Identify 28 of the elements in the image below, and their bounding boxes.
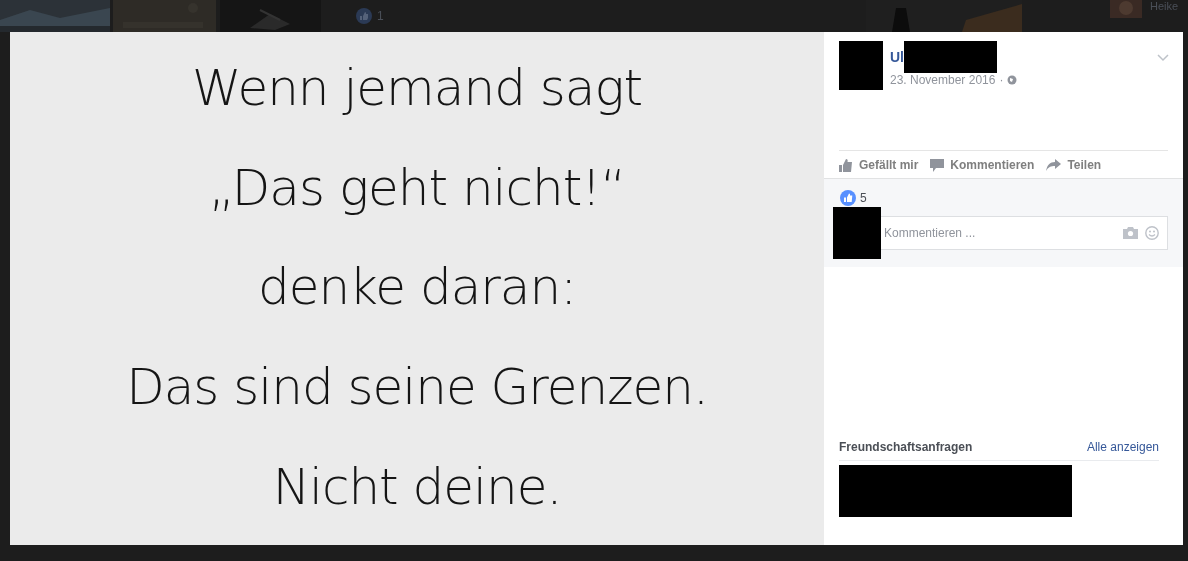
share-button[interactable]: Teilen	[1046, 158, 1102, 172]
share-arrow-icon	[1046, 159, 1062, 171]
separator-dot: ·	[999, 73, 1004, 87]
redaction-block	[839, 41, 883, 90]
like-count[interactable]: 5	[860, 191, 867, 205]
quote-line: Das sind seine Grenzen.	[126, 358, 708, 417]
smiley-icon[interactable]	[1145, 226, 1159, 240]
globe-icon	[1007, 75, 1018, 85]
thumbs-up-icon	[839, 158, 853, 172]
comment-box[interactable]: Kommentieren ...	[881, 216, 1168, 250]
quote-line: Nicht deine.	[272, 458, 562, 517]
like-count: 1	[377, 9, 384, 23]
quote-line: Wenn jemand sagt	[191, 58, 643, 117]
like-icon	[840, 190, 856, 206]
like-icon	[356, 8, 372, 24]
like-button[interactable]: Gefällt mir	[839, 158, 919, 172]
speech-bubble-icon	[930, 158, 945, 172]
see-all-link[interactable]: Alle anzeigen	[1086, 440, 1159, 454]
camera-icon[interactable]	[1123, 227, 1138, 239]
quote-line: denke daran:	[257, 258, 577, 317]
chevron-down-icon[interactable]	[1157, 54, 1169, 62]
comment-button[interactable]: Kommentieren	[930, 158, 1035, 172]
quote-line: „Das geht nicht!“	[208, 158, 626, 217]
comment-field[interactable]: Kommentieren ...	[884, 226, 1116, 240]
post-date[interactable]: 23. November 2016	[890, 73, 996, 87]
section-title: Freundschaftsanfragen	[839, 440, 973, 454]
redaction-block	[833, 207, 881, 259]
author-name[interactable]: Ul	[890, 49, 904, 65]
